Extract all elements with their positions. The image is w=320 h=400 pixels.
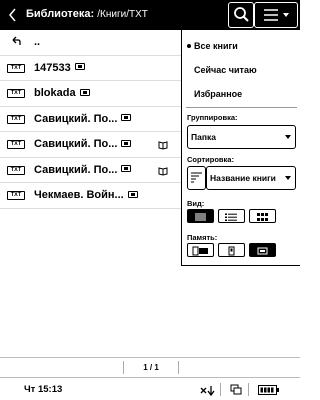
details-view-icon — [225, 213, 237, 221]
pagination-bar: 1 / 1 — [0, 357, 300, 377]
card-icon — [74, 63, 85, 71]
list-view-icon — [195, 213, 206, 221]
card-icon — [121, 139, 132, 147]
file-list: .. TXT 147533 TXT blokada TXT Савицкий. … — [0, 30, 182, 209]
status-bar: Чт 15:13 — [0, 377, 300, 400]
view-details-button[interactable] — [218, 209, 245, 223]
sd-card-icon — [257, 247, 268, 255]
grouping-select[interactable]: Папка — [187, 125, 296, 149]
memory-card-button[interactable] — [249, 243, 276, 257]
grouping-value: Папка — [191, 132, 216, 142]
sorting-label: Сортировка: — [187, 155, 234, 164]
memory-all-button[interactable] — [187, 243, 214, 257]
card-icon — [121, 114, 132, 122]
divider — [220, 383, 221, 396]
current-path: /Книги/TXT — [97, 9, 148, 20]
search-button[interactable] — [228, 2, 254, 28]
hamburger-icon — [264, 9, 289, 21]
card-icon — [121, 165, 132, 173]
txt-file-icon: TXT — [7, 191, 25, 200]
card-icon — [127, 190, 138, 198]
list-item[interactable]: TXT Савицкий. По... — [0, 107, 182, 132]
page-title: Библиотека: /Книги/TXT — [26, 8, 148, 20]
top-bar: Библиотека: /Книги/TXT — [0, 0, 300, 30]
divider — [178, 361, 179, 374]
chevron-down-icon — [285, 176, 291, 180]
filter-favorites[interactable]: Избранное — [194, 89, 242, 99]
sort-order-icon — [191, 172, 202, 183]
title-label: Библиотека: — [26, 8, 95, 20]
txt-file-icon: TXT — [7, 63, 25, 73]
sort-direction-button[interactable] — [187, 166, 206, 190]
return-arrow-icon — [12, 36, 21, 45]
sorting-select[interactable]: Название книги — [206, 166, 296, 190]
memory-device-button[interactable] — [218, 243, 245, 257]
list-item[interactable]: TXT Савицкий. По... — [0, 132, 182, 158]
task-manager-icon[interactable] — [230, 384, 242, 396]
parent-folder-label: .. — [34, 36, 41, 48]
divider — [248, 383, 249, 396]
view-list-button[interactable] — [187, 209, 214, 223]
txt-file-icon: TXT — [7, 140, 25, 149]
book-title: Чекмаев. Войн... — [34, 189, 138, 201]
menu-button[interactable] — [254, 2, 298, 28]
filter-all-books[interactable]: Все книги — [187, 41, 238, 51]
list-item[interactable]: TXT 147533 — [0, 56, 182, 81]
txt-file-icon: TXT — [7, 89, 25, 98]
open-book-icon — [158, 141, 168, 150]
device-icon — [228, 246, 235, 256]
book-title: 147533 — [34, 62, 85, 74]
library-options-panel: Все книги Сейчас читаю Избранное Группир… — [181, 30, 300, 266]
list-item[interactable]: TXT blokada — [0, 81, 182, 107]
no-sync-icon[interactable] — [200, 385, 216, 397]
memory-label: Память: — [187, 233, 218, 242]
clock: Чт 15:13 — [24, 384, 63, 395]
grid-view-icon — [257, 213, 268, 221]
page-indicator[interactable]: 1 / 1 — [124, 363, 178, 372]
txt-file-icon: TXT — [7, 165, 25, 175]
book-title: Савицкий. По... — [34, 113, 132, 125]
list-item[interactable]: TXT Савицкий. По... — [0, 158, 182, 183]
divider — [186, 107, 297, 108]
list-item-parent-folder[interactable]: .. — [0, 30, 182, 56]
battery-icon — [258, 385, 279, 395]
grouping-label: Группировка: — [187, 113, 238, 122]
list-item[interactable]: TXT Чекмаев. Войн... — [0, 183, 182, 209]
view-grid-button[interactable] — [249, 209, 276, 223]
back-arrow-icon[interactable] — [6, 5, 20, 25]
book-title: Савицкий. По... — [34, 138, 132, 150]
sorting-value: Название книги — [210, 173, 276, 183]
chevron-down-icon — [285, 135, 291, 139]
book-title: Савицкий. По... — [34, 164, 132, 176]
txt-file-icon: TXT — [7, 114, 25, 124]
device-and-card-icon — [192, 246, 208, 256]
search-icon — [234, 7, 249, 22]
card-icon — [79, 88, 90, 96]
view-label: Вид: — [187, 199, 205, 208]
filter-reading-now[interactable]: Сейчас читаю — [194, 65, 257, 75]
book-title: blokada — [34, 87, 90, 99]
open-book-icon — [158, 166, 168, 176]
